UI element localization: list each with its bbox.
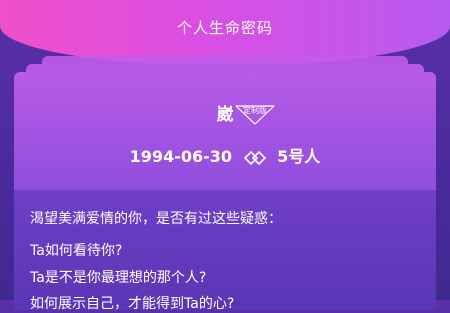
question-intro: 渴望美满爱情的你，是否有过这些疑惑： <box>30 211 282 227</box>
page-title: 个人生命密码 <box>176 19 273 37</box>
profile-info-row: 1994-06-30 5号人 <box>0 143 450 167</box>
question-item: Ta是不是你最理想的那个人? <box>30 270 207 286</box>
life-number-label: 5号人 <box>277 147 321 166</box>
custom-edition-badge: 定制版 <box>232 104 278 126</box>
question-item: Ta如何看待你? <box>30 243 123 259</box>
badge-label: 定制版 <box>243 106 267 115</box>
birthdate: 1994-06-30 <box>129 147 233 166</box>
profile-name: 崴 <box>216 105 234 125</box>
profile-card <box>14 72 436 190</box>
question-item: 如何展示自己，才能得到Ta的心? <box>30 296 235 312</box>
double-diamond-link-icon <box>243 150 266 165</box>
profile-name-row: 崴 <box>0 100 450 125</box>
